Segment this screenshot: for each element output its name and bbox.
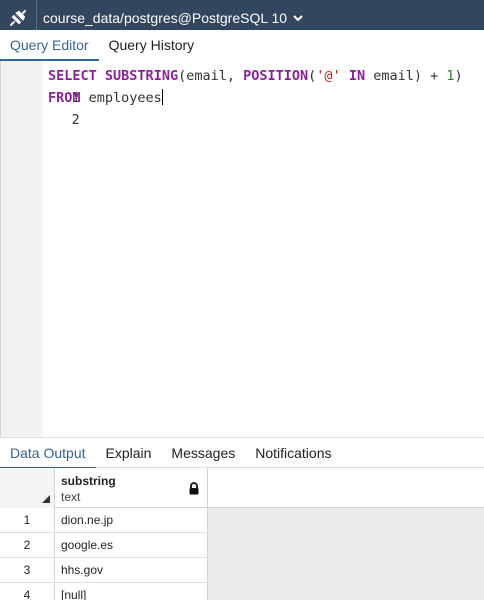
tab-messages[interactable]: Messages (161, 438, 245, 469)
row-number: 4 (0, 583, 55, 600)
sql-text: employees (80, 90, 162, 106)
editor-tab-bar: Query Editor Query History (0, 30, 484, 62)
line-number: 2 (71, 112, 80, 128)
table-cell[interactable]: hhs.gov (61, 558, 103, 582)
tab-query-history[interactable]: Query History (99, 30, 205, 61)
query-tool-window: course_data/postgres@PostgreSQL 10 Query… (0, 0, 484, 600)
table-cell[interactable]: google.es (61, 533, 113, 557)
corner-triangle-icon (42, 495, 50, 503)
lock-icon (188, 482, 200, 500)
code-line[interactable]: 2 FROM employees (1, 87, 484, 128)
table-cell[interactable]: [null] (61, 583, 86, 600)
row-number: 3 (0, 558, 55, 582)
table-row[interactable]: 3 hhs.gov (0, 558, 208, 583)
row-number: 2 (0, 533, 55, 557)
connection-plug-icon (10, 10, 26, 26)
sql-keyword: SUBSTRING (104, 68, 179, 84)
table-row[interactable]: 2 google.es (0, 533, 208, 558)
tab-explain[interactable]: Explain (96, 438, 162, 469)
column-name: substring (61, 474, 116, 488)
table-row[interactable]: 1 dion.ne.jp (0, 508, 208, 533)
sql-editor[interactable]: 1 SELECT SUBSTRING(email, POSITION('@' I… (0, 61, 484, 437)
table-row[interactable]: 4 [null] (0, 583, 208, 600)
sql-string: '@' (316, 68, 341, 84)
code-text: SELECT SUBSTRING(email, POSITION('@' IN … (48, 65, 463, 87)
column-type: text (61, 490, 81, 504)
sql-number: 1 (446, 68, 455, 84)
chevron-down-icon (293, 14, 303, 22)
connection-selector[interactable]: course_data/postgres@PostgreSQL 10 (43, 10, 303, 26)
sql-keyword: IN (348, 68, 366, 84)
code-line[interactable]: 1 SELECT SUBSTRING(email, POSITION('@' I… (1, 65, 484, 106)
sql-keyword: POSITION (243, 68, 309, 84)
tab-data-output[interactable]: Data Output (0, 438, 96, 469)
sql-keyword: FROM (48, 90, 81, 106)
connection-title: course_data/postgres@PostgreSQL 10 (43, 10, 288, 26)
data-output-grid: substring text 1 dion.ne.jp 2 google.es … (0, 468, 484, 600)
column-header[interactable]: substring text (0, 468, 208, 508)
sql-text: email) + (365, 68, 447, 84)
code-text: FROM employees (48, 87, 163, 109)
tab-query-editor[interactable]: Query Editor (0, 30, 99, 61)
row-number: 1 (0, 508, 55, 532)
header-filler (208, 468, 484, 508)
sql-keyword: SELECT (48, 68, 97, 84)
sql-text: (email, (178, 68, 244, 84)
sql-text: ) (454, 68, 463, 84)
results-tab-bar: Data Output Explain Messages Notificatio… (0, 437, 484, 469)
text-cursor (161, 89, 163, 105)
select-all-corner[interactable] (0, 468, 55, 508)
table-cell[interactable]: dion.ne.jp (61, 508, 113, 532)
tab-notifications[interactable]: Notifications (245, 438, 341, 469)
